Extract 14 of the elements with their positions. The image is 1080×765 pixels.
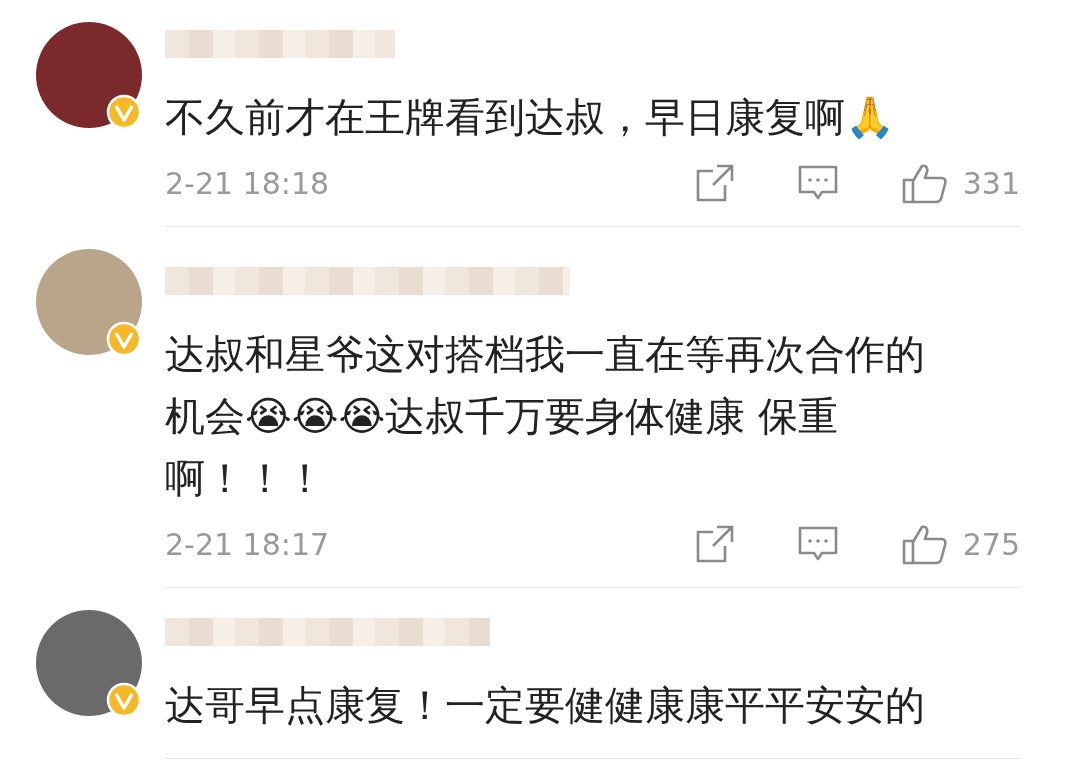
- comment-time: 2-21 18:18: [165, 165, 330, 201]
- thumbs-up-icon[interactable]: [900, 523, 947, 565]
- like-count: 331: [962, 165, 1020, 201]
- verified-badge-icon: [106, 682, 142, 718]
- verified-badge-icon: [106, 321, 142, 357]
- share-icon[interactable]: [694, 524, 735, 564]
- verified-badge-icon: [106, 94, 142, 130]
- comment-text: 不久前才在王牌看到达叔，早日康复啊🙏: [165, 93, 896, 142]
- thumbs-up-icon[interactable]: [900, 162, 947, 204]
- comment-text: 达叔和星爷这对搭档我一直在等再次合作的机会😭😭😭达叔千万要身体健康 保重啊！！！: [165, 330, 926, 503]
- share-icon[interactable]: [694, 163, 735, 203]
- comment-time: 2-21 18:17: [165, 526, 330, 562]
- comment-text: 达哥早点康复！一定要健健康康平平安安的: [165, 681, 926, 730]
- like-count: 275: [962, 526, 1020, 562]
